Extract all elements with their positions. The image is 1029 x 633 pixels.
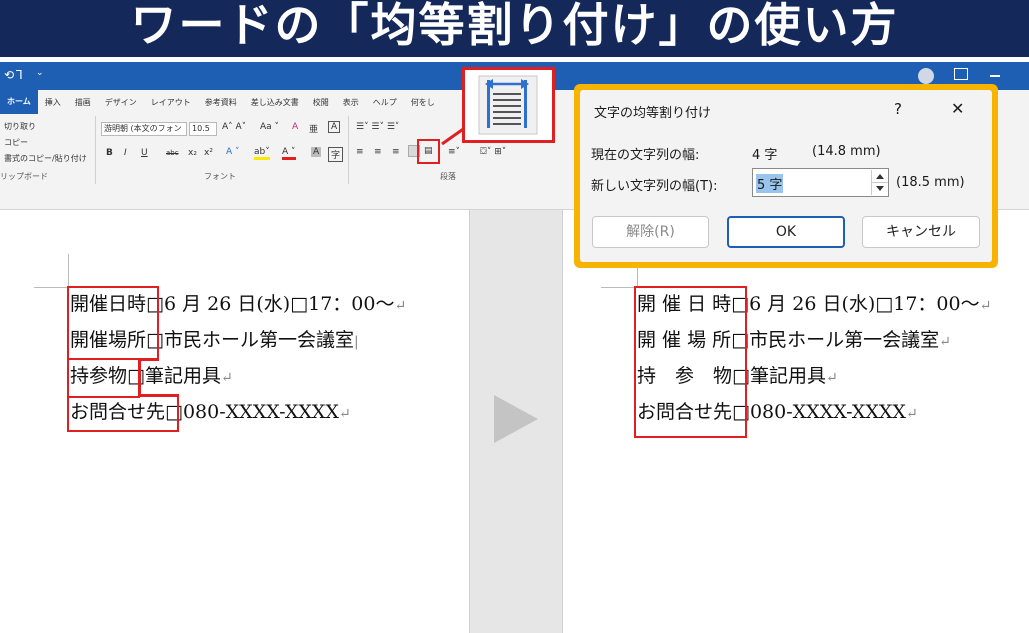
current-width-label: 現在の文字列の幅: (591, 148, 700, 163)
clear-format-icon[interactable]: A (292, 122, 298, 132)
selection-outline (67, 358, 140, 398)
bold-button[interactable]: B (106, 148, 113, 158)
shading-icon[interactable]: ⛋˅ ⊞˅ (480, 147, 506, 157)
distribute-dialog: 文字の均等割り付け ? ✕ 現在の文字列の幅: 4 字 (14.8 mm) 新し… (580, 90, 992, 262)
value-text: 080-XXXX-XXXX (182, 401, 339, 423)
tab-layout[interactable]: レイアウト (144, 97, 198, 108)
value-text: 6 月 26 日(水)□17：00〜 (749, 293, 980, 315)
tab-view[interactable]: 表示 (336, 97, 366, 108)
value-text: 市民ホール第一会議室 (163, 329, 354, 351)
text-effects-icon[interactable]: A ˅ (226, 147, 240, 157)
align-center-icon[interactable]: ≡ (374, 147, 382, 157)
title-banner: ワードの「均等割り付け」の使い方 (0, 0, 1029, 60)
banner-title: ワードの「均等割り付け」の使い方 (130, 0, 899, 52)
bullets-icon[interactable]: ☰˅ ☰˅ ☰˅ (356, 122, 399, 132)
cut-button[interactable]: 切り取り (4, 121, 36, 132)
distribute-icon-zoom (462, 67, 555, 143)
char-border-icon[interactable]: A (328, 121, 341, 133)
copy-button[interactable]: コピー (4, 137, 28, 148)
new-width-label: 新しい文字列の幅(T): (591, 179, 718, 194)
format-painter-button[interactable]: 書式のコピー/貼り付け (4, 153, 87, 164)
qat-menu-icon[interactable]: ⌄ (36, 68, 44, 78)
new-width-input[interactable]: 5 字 (752, 168, 889, 197)
change-case-icon[interactable]: Aa ˅ (260, 122, 279, 132)
avatar[interactable] (918, 68, 934, 84)
margin-guide (34, 287, 68, 288)
distribute-icon (478, 75, 538, 135)
value-text: 6 月 26 日(水)□17：00〜 (163, 293, 395, 315)
value-text: 市民ホール第一会議室 (749, 329, 940, 351)
value-text: 080-XXXX-XXXX (749, 401, 906, 423)
highlight-icon[interactable]: ab˅ (254, 147, 270, 160)
cancel-button[interactable]: キャンセル (862, 216, 980, 248)
dialog-title: 文字の均等割り付け (594, 106, 712, 121)
align-right-icon[interactable]: ≡ (392, 147, 400, 157)
paragraph-mark: ↵ (939, 334, 951, 350)
selection-outline (138, 358, 141, 396)
current-width-mm: (14.8 mm) (812, 144, 881, 159)
phonetic-icon[interactable]: 亜 (309, 122, 318, 135)
new-width-value: 5 字 (756, 174, 784, 193)
tab-help[interactable]: ヘルプ (366, 97, 404, 108)
clipboard-group-label: リップボード (0, 172, 48, 181)
char-shading-icon[interactable]: A (311, 147, 322, 157)
paragraph-mark: ↵ (825, 370, 838, 386)
result-outline (634, 286, 747, 438)
strikethrough-button[interactable]: abc (166, 149, 179, 157)
close-button[interactable]: ✕ (951, 99, 964, 118)
selection-outline (67, 286, 159, 360)
paragraph-mark: ↵ (905, 406, 918, 422)
font-color-icon[interactable]: A ˅ (282, 147, 296, 160)
redo-icon[interactable]: Ꞁ (16, 68, 23, 82)
paragraph-mark: ↵ (979, 298, 992, 314)
selection-outline (138, 358, 159, 361)
paragraph-mark: ↵ (338, 406, 351, 422)
spin-arrows-icon (872, 174, 888, 191)
font-group-label: フォント (204, 172, 236, 181)
paragraph-group-label: 段落 (440, 172, 456, 181)
subscript-button[interactable]: x₂ (188, 148, 197, 158)
grow-font-icon[interactable]: A˄ A˅ (222, 122, 246, 132)
group-divider (348, 116, 349, 184)
current-width-value: 4 字 (752, 148, 778, 163)
ok-button[interactable]: OK (727, 216, 845, 248)
tab-mailings[interactable]: 差し込み文書 (244, 97, 306, 108)
font-size-select[interactable]: 10.5 (189, 122, 217, 136)
arrow-right-icon (494, 395, 538, 443)
value-text: 筆記用具 (144, 365, 221, 387)
tab-tell-me[interactable]: 何をし (404, 97, 442, 108)
tab-home[interactable]: ホーム (0, 90, 38, 114)
paragraph-mark: ↵ (220, 370, 233, 386)
width-spinner[interactable] (871, 170, 888, 195)
underline-button[interactable]: U (141, 148, 148, 158)
text-cursor: | (353, 334, 359, 350)
paragraph-mark: ↵ (394, 298, 407, 314)
ribbon-display-icon[interactable] (954, 68, 968, 80)
font-name-select[interactable]: 游明朝 (本文のフォン (101, 122, 187, 136)
line-spacing-icon[interactable]: ≡˅ (448, 147, 460, 157)
group-divider (95, 116, 96, 184)
release-button[interactable]: 解除(R) (592, 216, 709, 248)
tab-insert[interactable]: 挿入 (38, 97, 68, 108)
align-left-icon[interactable]: ≡ (356, 147, 364, 157)
tab-design[interactable]: デザイン (98, 97, 144, 108)
superscript-button[interactable]: x² (204, 148, 213, 158)
tab-references[interactable]: 参考資料 (198, 97, 244, 108)
new-width-mm: (18.5 mm) (896, 175, 965, 190)
enclose-char-icon[interactable]: 字 (328, 147, 344, 162)
margin-guide (601, 287, 637, 288)
distribute-icon[interactable]: ▤ (424, 146, 433, 156)
selection-outline (138, 394, 179, 397)
undo-icon[interactable]: ⟲ (4, 68, 14, 82)
value-text: 筆記用具 (749, 365, 826, 387)
tab-review[interactable]: 校閲 (306, 97, 336, 108)
margin-guide (68, 254, 69, 288)
help-button[interactable]: ? (894, 100, 902, 118)
italic-button[interactable]: I (124, 148, 127, 158)
minimize-icon[interactable] (990, 75, 1000, 77)
tab-draw[interactable]: 描画 (68, 97, 98, 108)
selection-outline (67, 396, 179, 432)
